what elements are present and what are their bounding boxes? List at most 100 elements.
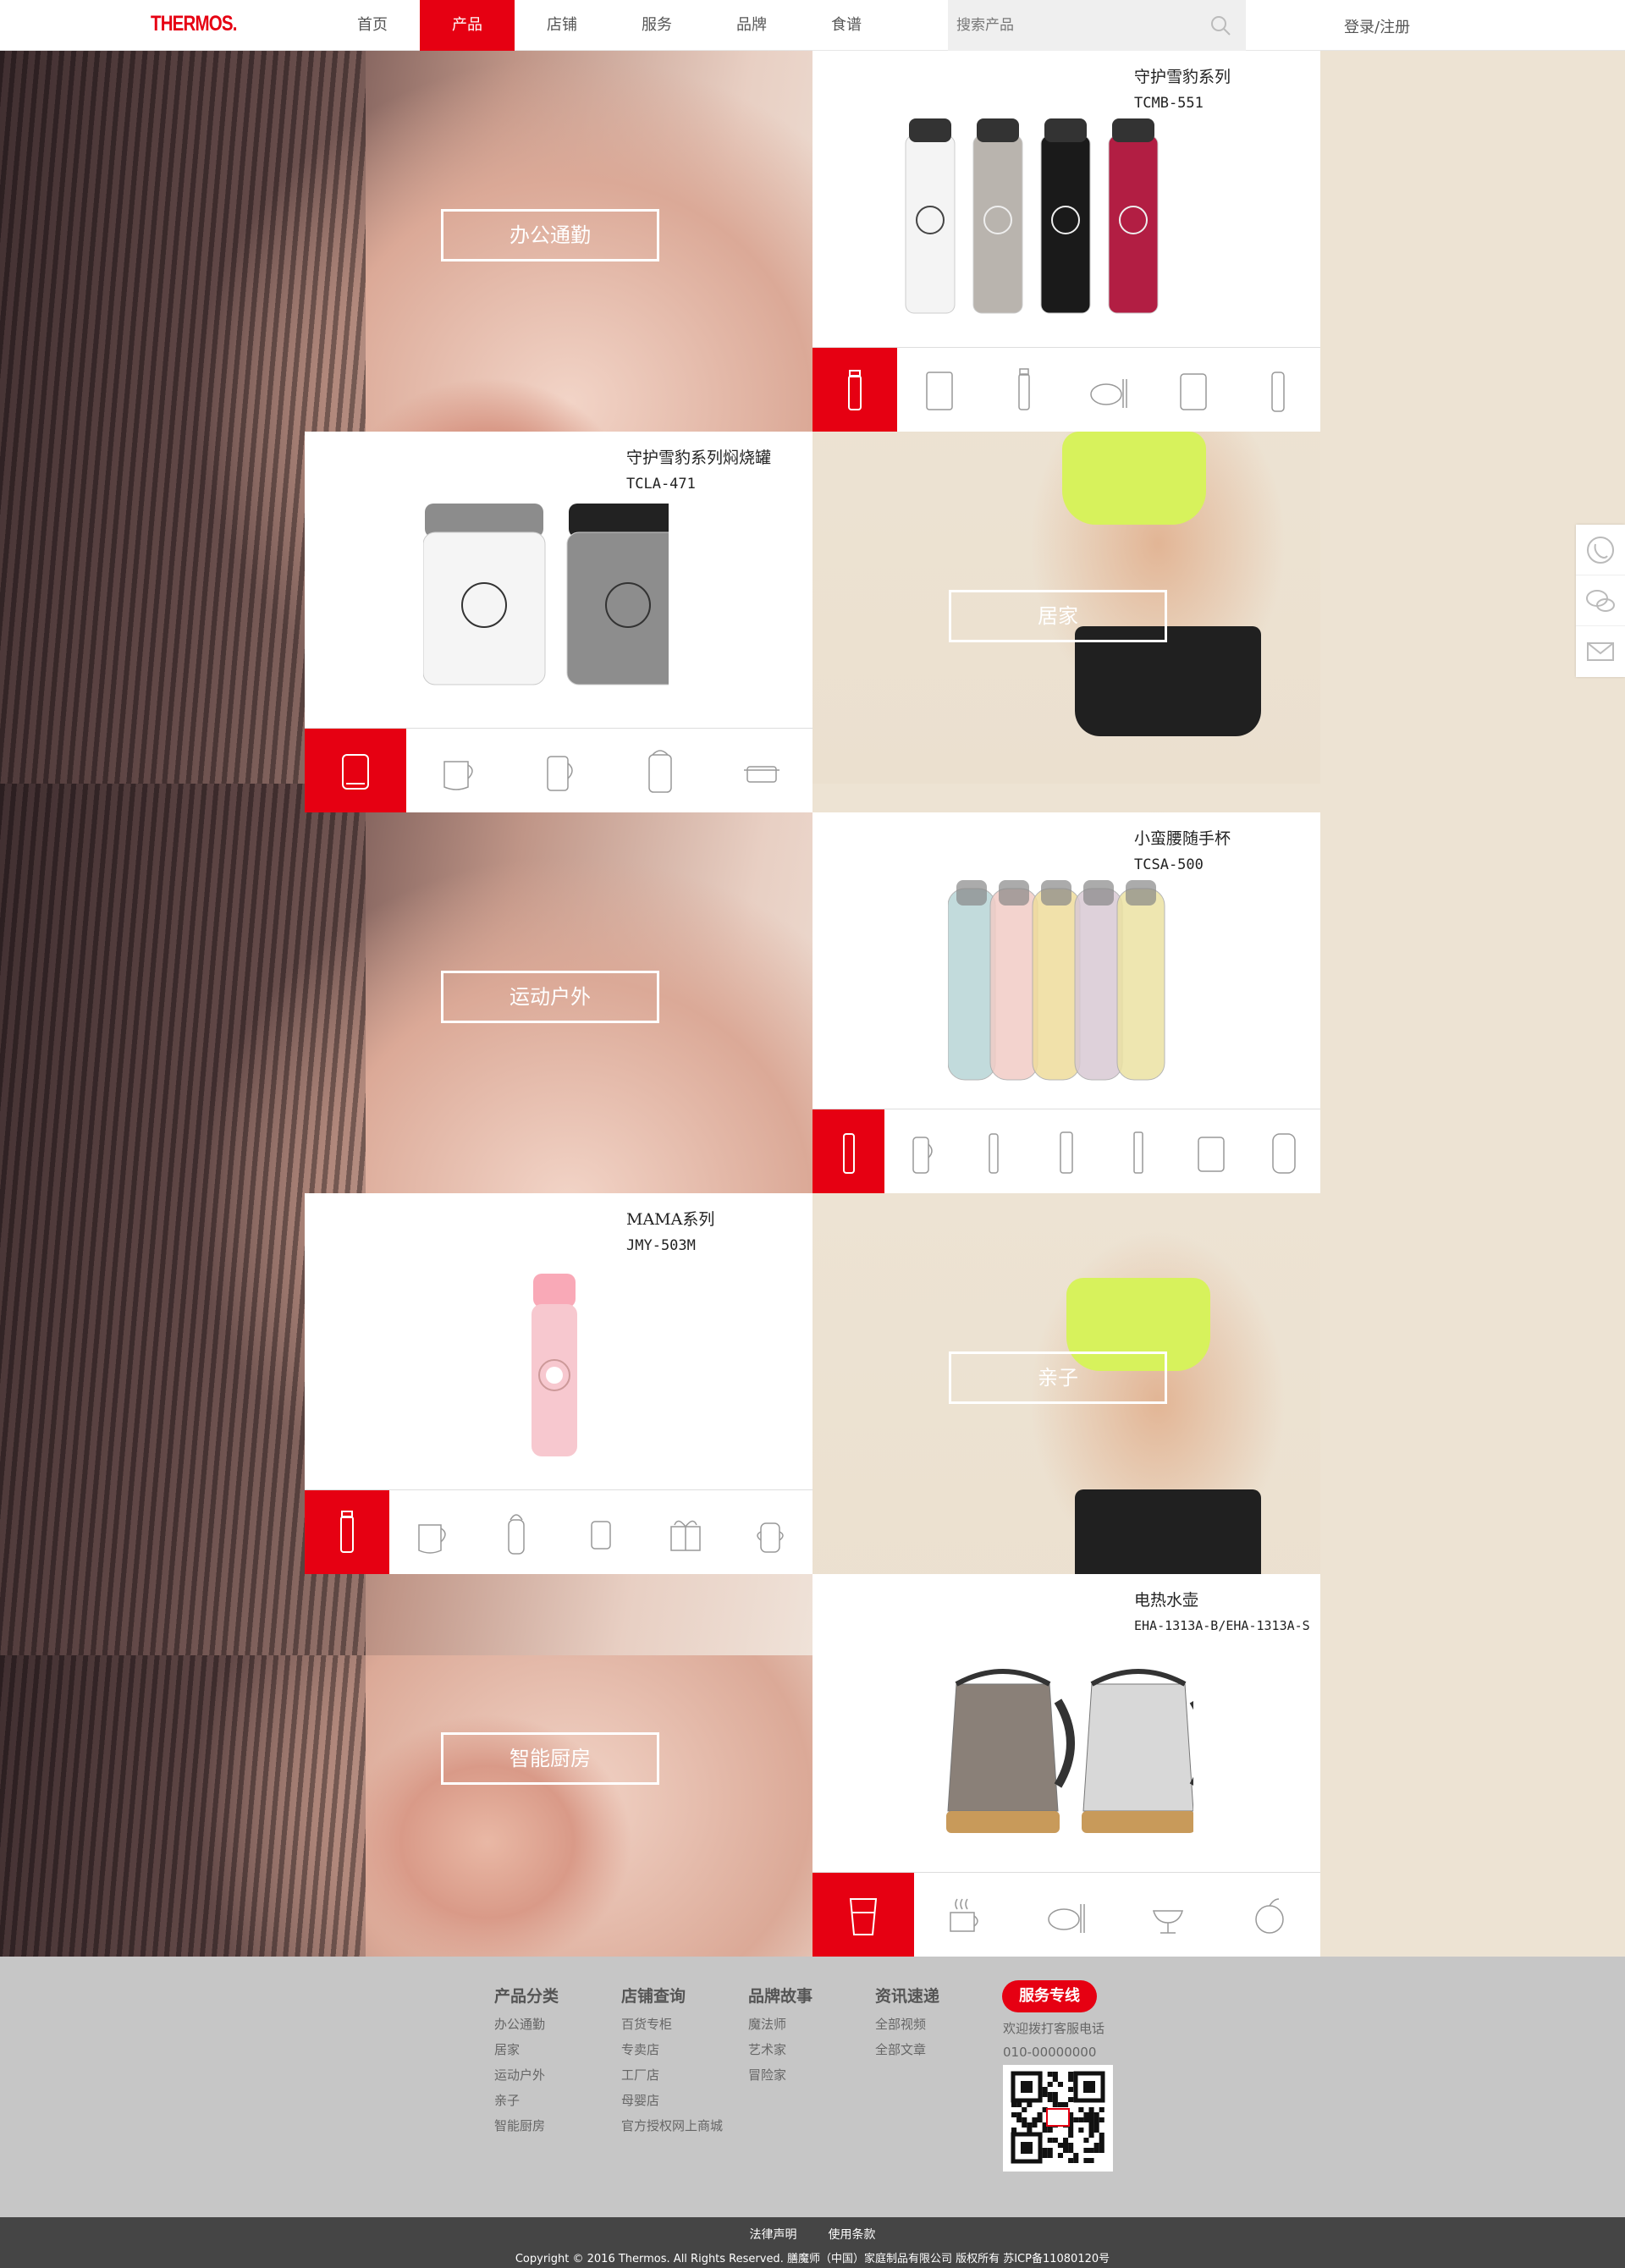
footer-link[interactable]: 魔法师 bbox=[748, 2012, 812, 2037]
wechat-icon[interactable] bbox=[1576, 575, 1625, 626]
footer-col-title: 产品分类 bbox=[494, 1987, 559, 2006]
header: THERMOS. 首页 产品 店铺 服务 品牌 食谱 登录/注册 bbox=[0, 0, 1625, 51]
bowl-icon[interactable] bbox=[1066, 348, 1151, 432]
tcmb-bottles-image bbox=[905, 118, 1159, 314]
product-model: TCLA-471 bbox=[626, 476, 696, 493]
category-kitchen[interactable]: 智能厨房 bbox=[441, 1732, 659, 1785]
product-model: TCMB-551 bbox=[1134, 95, 1204, 112]
product-card-tcmb[interactable]: 守护雪豹系列 TCMB-551 bbox=[812, 51, 1320, 432]
teapot-icon[interactable] bbox=[406, 729, 508, 812]
thermos-logo[interactable]: THERMOS. bbox=[151, 12, 237, 36]
nav-brand[interactable]: 品牌 bbox=[704, 0, 799, 51]
product-icon-bar bbox=[812, 1109, 1320, 1193]
category-home[interactable]: 居家 bbox=[949, 590, 1167, 642]
glass-icon[interactable] bbox=[812, 1873, 914, 1957]
footer-link[interactable]: 专卖店 bbox=[621, 2037, 723, 2062]
sport-bottle-icon[interactable] bbox=[1030, 1109, 1103, 1193]
tumbler-icon[interactable] bbox=[1151, 348, 1236, 432]
product-name: 守护雪豹系列 bbox=[1134, 68, 1231, 86]
footer-col-title: 品牌故事 bbox=[748, 1987, 813, 2006]
tcla-jar bbox=[423, 531, 546, 685]
footer-link[interactable]: 居家 bbox=[494, 2037, 559, 2062]
nav-recipes[interactable]: 食谱 bbox=[799, 0, 894, 51]
contact-float-bar bbox=[1576, 525, 1625, 677]
login-link[interactable]: 登录/注册 bbox=[1344, 15, 1410, 37]
bottle-icon[interactable] bbox=[812, 348, 897, 432]
product-card-kettle[interactable]: 电热水壶 EHA-1313A-B/EHA-1313A-S bbox=[812, 1574, 1320, 1957]
mug-icon[interactable] bbox=[508, 729, 609, 812]
footer-link[interactable]: 全部视频 bbox=[875, 2012, 939, 2037]
sippy-cup-icon[interactable] bbox=[728, 1490, 812, 1574]
bottle-icon[interactable] bbox=[305, 1490, 389, 1574]
tcmb-bottle bbox=[1040, 135, 1091, 314]
bottom-bar: 法律声明 使用条款 Copyright © 2016 Thermos. All … bbox=[0, 2217, 1625, 2268]
food-container-icon[interactable] bbox=[559, 1490, 643, 1574]
footer-link[interactable]: 百货专柜 bbox=[621, 2012, 723, 2037]
footer-col-title: 店铺查询 bbox=[621, 1987, 686, 2006]
product-icon-bar bbox=[305, 728, 812, 812]
search-input[interactable] bbox=[956, 12, 1202, 39]
hot-cup-icon[interactable] bbox=[914, 1873, 1016, 1957]
gift-box-icon[interactable] bbox=[643, 1490, 728, 1574]
footer-link[interactable]: 冒险家 bbox=[748, 2062, 812, 2088]
tcsa-bottle bbox=[1032, 888, 1081, 1081]
footer-link[interactable]: 运动户外 bbox=[494, 2062, 559, 2088]
mama-bottle-image bbox=[532, 1274, 577, 1456]
tcmb-bottle bbox=[1108, 135, 1159, 314]
category-family[interactable]: 亲子 bbox=[949, 1351, 1167, 1404]
footer-link[interactable]: 官方授权网上商城 bbox=[621, 2113, 723, 2139]
footer-link[interactable]: 全部文章 bbox=[875, 2037, 939, 2062]
nav-service[interactable]: 服务 bbox=[609, 0, 704, 51]
footer-col-products: 产品分类 办公通勤 居家 运动户外 亲子 智能厨房 bbox=[494, 1984, 559, 2139]
footer-link[interactable]: 亲子 bbox=[494, 2088, 559, 2113]
bottle-icon[interactable] bbox=[812, 1109, 884, 1193]
mail-icon[interactable] bbox=[1576, 626, 1625, 677]
cup-icon[interactable] bbox=[897, 348, 982, 432]
footer-col-title: 资讯速递 bbox=[875, 1987, 940, 2006]
service-hotline-badge[interactable]: 服务专线 bbox=[1002, 1980, 1097, 2012]
legal-link[interactable]: 法律声明 bbox=[749, 2228, 796, 2242]
slim-bottle-icon[interactable] bbox=[982, 348, 1066, 432]
tcsa-bottle bbox=[989, 888, 1038, 1081]
nav-home[interactable]: 首页 bbox=[325, 0, 420, 51]
kettle-icon[interactable] bbox=[389, 1490, 474, 1574]
footer-link[interactable]: 艺术家 bbox=[748, 2037, 812, 2062]
footer-link[interactable]: 办公通勤 bbox=[494, 2012, 559, 2037]
product-card-tcla[interactable]: 守护雪豹系列焖烧罐 TCLA-471 bbox=[305, 432, 812, 812]
baby-bottle-icon[interactable] bbox=[474, 1490, 559, 1574]
footer-link[interactable]: 智能厨房 bbox=[494, 2113, 559, 2139]
product-model: TCSA-500 bbox=[1134, 856, 1204, 873]
product-name: MAMA系列 bbox=[626, 1210, 715, 1229]
food-jar-icon[interactable] bbox=[305, 729, 406, 812]
tumbler-icon[interactable] bbox=[1175, 1109, 1248, 1193]
rice-bowl-icon[interactable] bbox=[1016, 1873, 1117, 1957]
product-icon-bar bbox=[812, 347, 1320, 432]
footer-link[interactable]: 工厂店 bbox=[621, 2062, 723, 2088]
dessert-icon[interactable] bbox=[1117, 1873, 1219, 1957]
service-phone: 010-00000000 bbox=[1003, 2045, 1097, 2060]
nav-stores[interactable]: 店铺 bbox=[515, 0, 609, 51]
fruit-icon[interactable] bbox=[1219, 1873, 1320, 1957]
product-card-mama[interactable]: MAMA系列 JMY-503M bbox=[305, 1193, 812, 1574]
product-name: 守护雪豹系列焖烧罐 bbox=[626, 449, 772, 467]
jug-icon[interactable] bbox=[1248, 1109, 1320, 1193]
lifestyle-photo-kitchen bbox=[0, 1655, 812, 1957]
water-bottle-icon[interactable] bbox=[1102, 1109, 1175, 1193]
footer-link[interactable]: 母婴店 bbox=[621, 2088, 723, 2113]
pot-icon[interactable] bbox=[711, 729, 812, 812]
lunch-jar-icon[interactable] bbox=[609, 729, 711, 812]
terms-link[interactable]: 使用条款 bbox=[829, 2228, 876, 2242]
search-icon[interactable] bbox=[1209, 14, 1232, 37]
service-text: 欢迎拨打客服电话 bbox=[1003, 2021, 1105, 2036]
kettle-image bbox=[946, 1669, 1193, 1833]
tcla-jars-image bbox=[423, 504, 669, 685]
flask-icon[interactable] bbox=[1236, 348, 1320, 432]
category-office[interactable]: 办公通勤 bbox=[441, 209, 659, 261]
product-card-tcsa[interactable]: 小蛮腰随手杯 TCSA-500 bbox=[812, 812, 1320, 1193]
product-model: JMY-503M bbox=[626, 1237, 696, 1254]
category-outdoor[interactable]: 运动户外 bbox=[441, 971, 659, 1023]
nav-products[interactable]: 产品 bbox=[420, 0, 515, 51]
slim-bottle-icon[interactable] bbox=[957, 1109, 1030, 1193]
thermos-icon[interactable] bbox=[884, 1109, 957, 1193]
phone-icon[interactable] bbox=[1576, 525, 1625, 575]
